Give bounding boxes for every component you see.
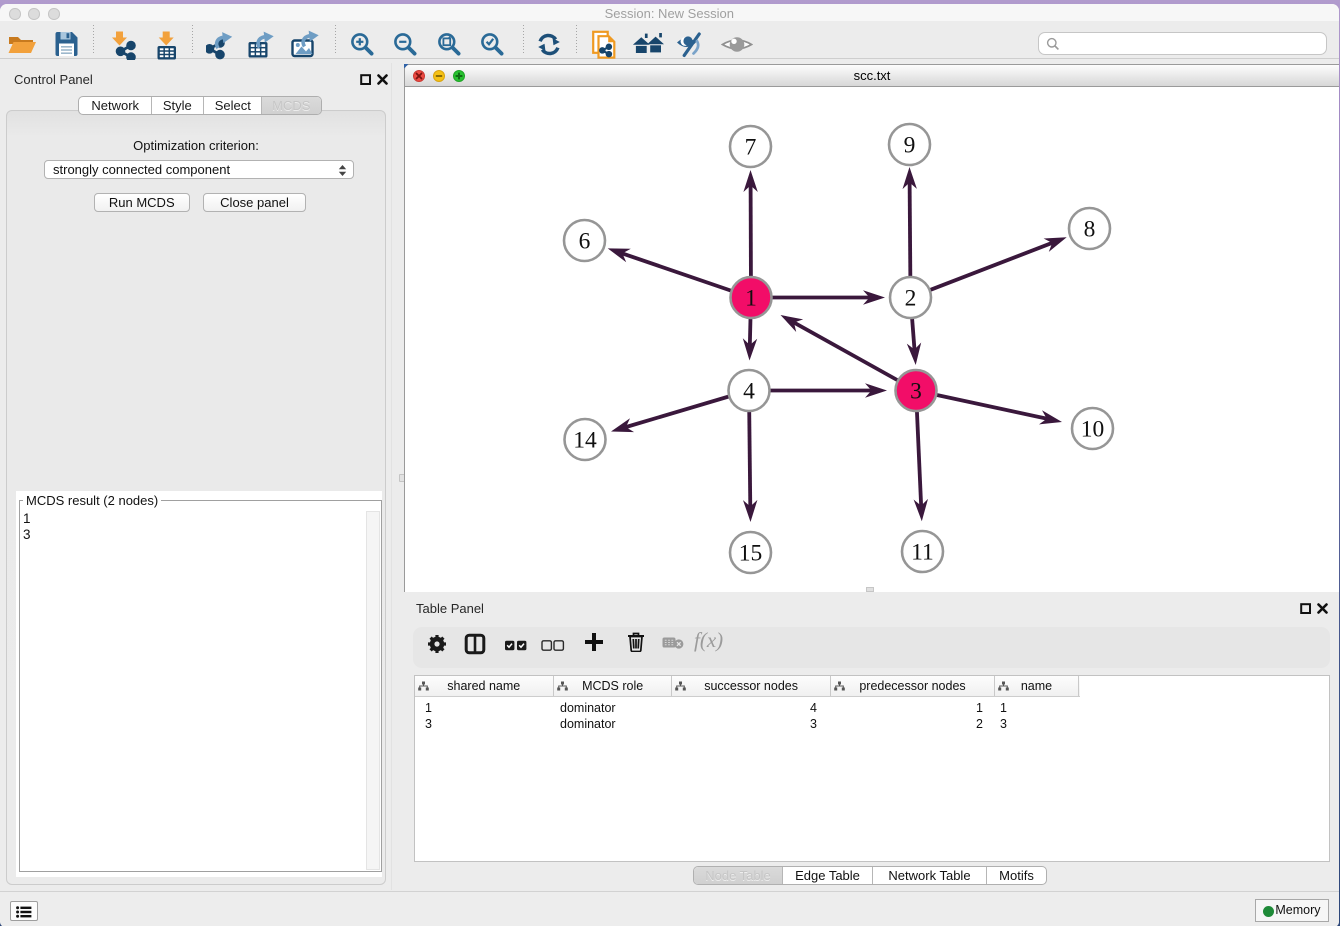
svg-text:15: 15: [738, 540, 762, 566]
svg-text:7: 7: [744, 134, 756, 160]
svg-text:1: 1: [745, 285, 757, 311]
svg-text:11: 11: [911, 539, 934, 565]
svg-text:14: 14: [573, 427, 597, 453]
svg-text:9: 9: [903, 132, 915, 158]
svg-text:6: 6: [578, 228, 590, 254]
svg-text:2: 2: [904, 285, 916, 311]
svg-text:8: 8: [1083, 216, 1095, 242]
svg-text:3: 3: [910, 378, 922, 404]
svg-text:10: 10: [1080, 416, 1104, 442]
svg-text:4: 4: [743, 378, 755, 404]
